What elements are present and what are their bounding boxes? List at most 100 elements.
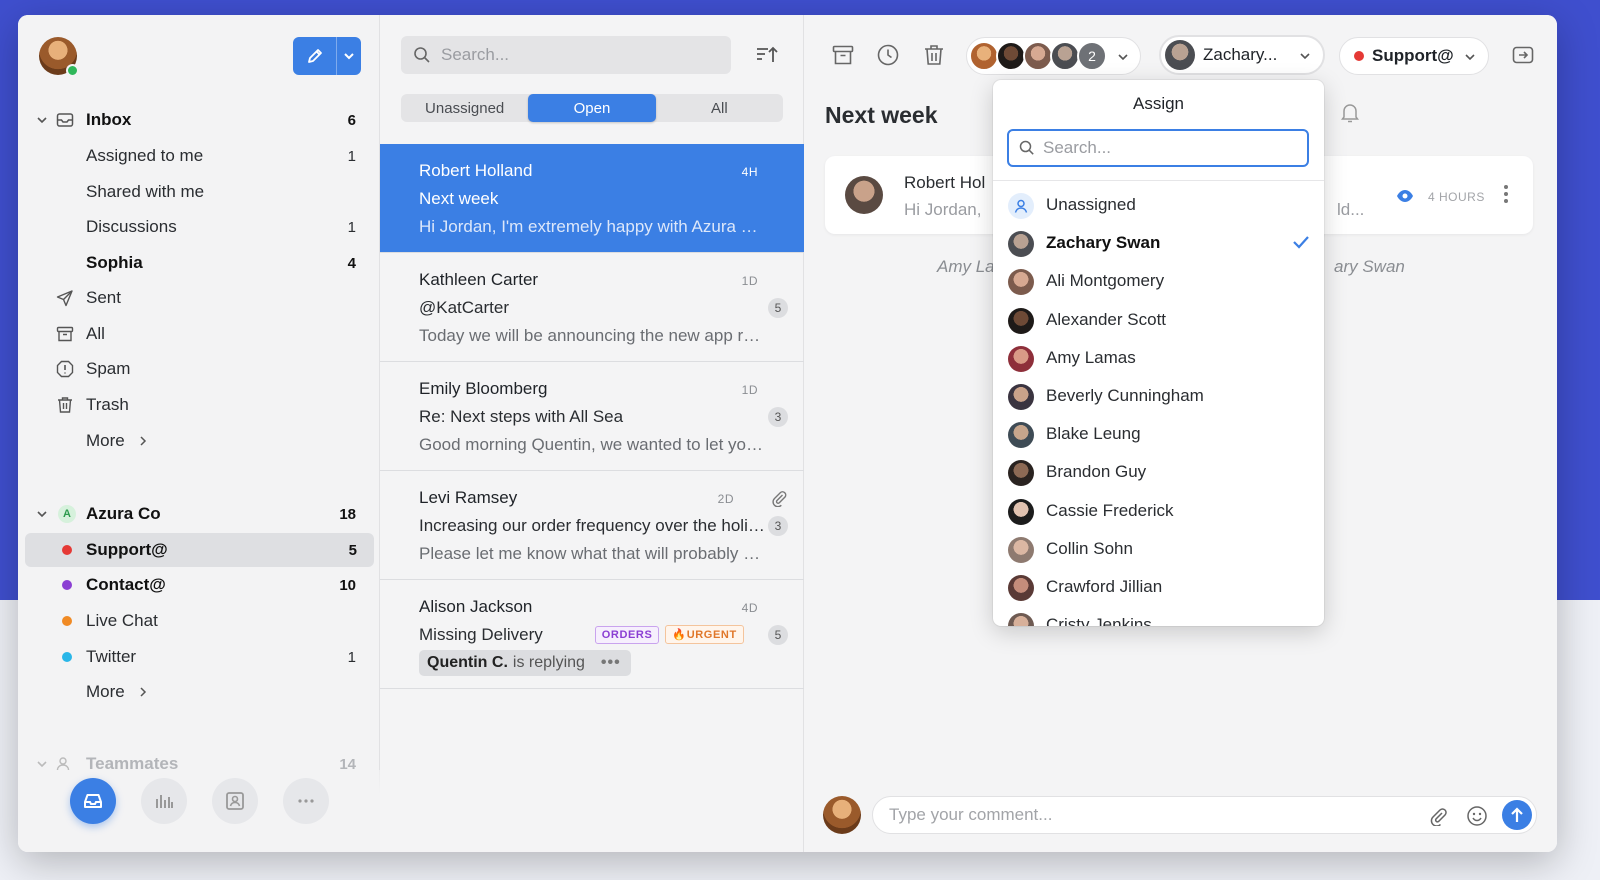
sidebar-item-count: 10 bbox=[339, 576, 356, 594]
sidebar-item-label: Shared with me bbox=[86, 182, 205, 201]
assignee-option[interactable]: Amy Lamas bbox=[993, 339, 1324, 377]
arrow-up-icon bbox=[1511, 807, 1523, 822]
compose-options-button[interactable] bbox=[337, 37, 361, 75]
sidebar-item-azura-co[interactable]: A Azura Co 18 bbox=[18, 497, 380, 531]
assign-search-box bbox=[1007, 129, 1309, 167]
assignee-option-name: Zachary Swan bbox=[1046, 233, 1161, 253]
attachment-icon[interactable] bbox=[1428, 806, 1448, 826]
inbox-select-button[interactable]: Support@ bbox=[1339, 37, 1489, 75]
emoji-icon[interactable] bbox=[1466, 805, 1488, 827]
assignee-option[interactable]: Collin Sohn bbox=[993, 530, 1324, 568]
assignee-button[interactable]: Zachary... bbox=[1159, 35, 1325, 75]
activity-text-right: ary Swan bbox=[1334, 257, 1405, 276]
sidebar-item-trash[interactable]: Trash bbox=[18, 388, 380, 422]
assignee-option-name: Brandon Guy bbox=[1046, 462, 1147, 482]
comment-composer bbox=[872, 796, 1537, 834]
inbox-nav-button[interactable] bbox=[70, 778, 116, 824]
bell-icon[interactable] bbox=[1339, 102, 1361, 124]
sidebar-item-twitter[interactable]: Twitter 1 bbox=[18, 640, 380, 674]
assignee-option[interactable]: Cassie Frederick bbox=[993, 492, 1324, 530]
conversation-item[interactable]: Levi Ramsey 2D Increasing our order freq… bbox=[380, 471, 804, 580]
tag-orders[interactable]: ORDERS bbox=[594, 626, 660, 644]
tab-unassigned[interactable]: Unassigned bbox=[401, 94, 528, 122]
chevron-down-icon bbox=[1300, 53, 1310, 60]
sidebar-item-count: 1 bbox=[347, 218, 356, 236]
assignee-option[interactable]: Beverly Cunningham bbox=[993, 377, 1324, 415]
assignee-avatar bbox=[1008, 345, 1034, 372]
search-input[interactable] bbox=[441, 45, 711, 65]
sidebar-item-discussions[interactable]: Discussions 1 bbox=[18, 210, 380, 244]
more-vertical-icon[interactable] bbox=[1503, 184, 1509, 204]
assignee-option[interactable]: Unassigned bbox=[993, 186, 1324, 224]
sidebar-item-label: Spam bbox=[86, 359, 131, 378]
conversation-item[interactable]: Kathleen Carter 1D @KatCarter 5 Today we… bbox=[380, 253, 804, 362]
sidebar-item-more-channels[interactable]: More bbox=[18, 675, 380, 709]
assign-search-input[interactable] bbox=[1043, 138, 1293, 158]
assignee-avatar bbox=[1008, 536, 1034, 563]
more-nav-button[interactable] bbox=[283, 778, 329, 824]
assignee-option[interactable]: Brandon Guy bbox=[993, 453, 1324, 491]
assignee-option[interactable]: Cristy Jenkins bbox=[993, 606, 1324, 626]
conversation-subject: @KatCarter bbox=[419, 298, 510, 317]
chevron-down-icon[interactable] bbox=[36, 758, 48, 770]
sort-icon[interactable] bbox=[755, 45, 779, 65]
assignee-option[interactable]: Alexander Scott bbox=[993, 301, 1324, 339]
assignee-option-name: Blake Leung bbox=[1046, 424, 1141, 444]
analytics-nav-button[interactable] bbox=[141, 778, 187, 824]
assignee-option-name: Beverly Cunningham bbox=[1046, 386, 1204, 405]
sidebar-item-sophia[interactable]: Sophia 4 bbox=[18, 246, 380, 280]
chevron-down-icon[interactable] bbox=[36, 114, 48, 126]
conversation-item[interactable]: Alison Jackson 4D Missing Delivery ORDERS… bbox=[380, 580, 804, 689]
assignee-avatar bbox=[1165, 40, 1195, 70]
chevron-down-icon bbox=[1118, 54, 1128, 61]
archive-icon[interactable] bbox=[831, 43, 855, 67]
sidebar-item-all[interactable]: All bbox=[18, 317, 380, 351]
sidebar-item-more[interactable]: More bbox=[18, 424, 380, 458]
sidebar: Inbox 6 Assigned to me 1 Shared with me … bbox=[18, 15, 380, 852]
sidebar-item-shared-with-me[interactable]: Shared with me bbox=[18, 175, 380, 209]
assignee-avatar bbox=[1008, 575, 1034, 601]
sidebar-item-label: Live Chat bbox=[86, 611, 158, 630]
dropdown-title: Assign bbox=[1132, 94, 1185, 113]
assignee-option[interactable]: Blake Leung bbox=[993, 415, 1324, 453]
participants-button[interactable]: 2 bbox=[966, 37, 1141, 75]
assignee-option[interactable]: Ali Montgomery bbox=[993, 262, 1324, 300]
sidebar-item-assigned-to-me[interactable]: Assigned to me 1 bbox=[18, 139, 380, 173]
sidebar-item-live-chat[interactable]: Live Chat bbox=[18, 604, 380, 638]
search-icon bbox=[414, 47, 430, 63]
contacts-nav-button[interactable] bbox=[212, 778, 258, 824]
sidebar-item-support[interactable]: Support@ 5 bbox=[25, 533, 374, 567]
sidebar-item-spam[interactable]: Spam bbox=[18, 352, 380, 386]
share-icon[interactable] bbox=[1511, 43, 1535, 67]
tab-all[interactable]: All bbox=[656, 94, 783, 122]
conversation-time: 4H bbox=[741, 165, 758, 179]
assignee-option[interactable]: Crawford Jillian bbox=[993, 568, 1324, 606]
compose-button[interactable] bbox=[293, 37, 337, 75]
sidebar-item-contact[interactable]: Contact@ 10 bbox=[18, 568, 380, 602]
sidebar-item-label: More bbox=[86, 431, 125, 450]
sidebar-item-inbox[interactable]: Inbox 6 bbox=[18, 103, 380, 137]
trash-icon[interactable] bbox=[922, 43, 946, 67]
bar-chart-icon bbox=[156, 795, 173, 808]
assignee-option[interactable]: Zachary Swan bbox=[993, 224, 1324, 262]
compose-button-group bbox=[293, 37, 361, 75]
chevron-down-icon[interactable] bbox=[36, 508, 48, 520]
person-icon bbox=[1008, 193, 1034, 219]
tag-urgent[interactable]: 🔥URGENT bbox=[665, 625, 744, 644]
message-count-badge: 5 bbox=[768, 298, 788, 318]
sidebar-item-sent[interactable]: Sent bbox=[18, 281, 380, 315]
conversation-item[interactable]: Emily Bloomberg 1D Re: Next steps with A… bbox=[380, 362, 804, 471]
comment-input[interactable] bbox=[889, 805, 1409, 825]
conversation-preview: Please let me know what that will probab… bbox=[419, 544, 765, 563]
assignee-option-name: Cristy Jenkins bbox=[1046, 615, 1152, 626]
participants-more-count: 2 bbox=[1077, 41, 1107, 71]
snooze-clock-icon[interactable] bbox=[876, 43, 900, 67]
conversation-item[interactable]: Robert Holland 4H Next week Hi Jordan, I… bbox=[380, 144, 804, 253]
send-button[interactable] bbox=[1502, 800, 1532, 830]
conversation-preview: Today we will be announcing the new app … bbox=[419, 326, 765, 345]
inbox-name: Support@ bbox=[1372, 46, 1454, 65]
sidebar-item-label: Azura Co bbox=[86, 504, 161, 523]
participant-avatar bbox=[1023, 41, 1053, 71]
my-avatar[interactable] bbox=[39, 37, 79, 77]
tab-open[interactable]: Open bbox=[528, 94, 656, 122]
